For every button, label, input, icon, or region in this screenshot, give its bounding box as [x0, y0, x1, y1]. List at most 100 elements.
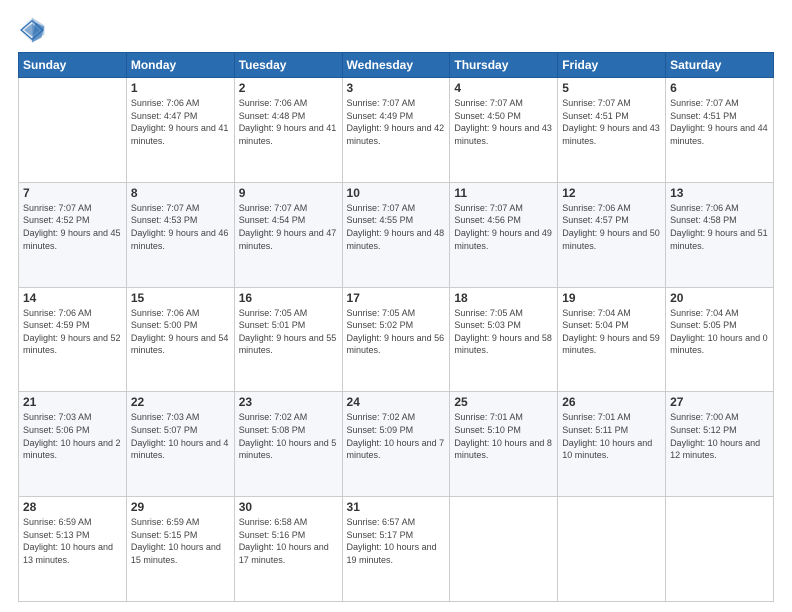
week-row-3: 14 Sunrise: 7:06 AMSunset: 4:59 PMDaylig… — [19, 287, 774, 392]
day-number: 26 — [562, 395, 661, 409]
calendar-cell — [19, 78, 127, 183]
weekday-header-monday: Monday — [126, 53, 234, 78]
day-number: 19 — [562, 291, 661, 305]
day-number: 10 — [347, 186, 446, 200]
day-number: 1 — [131, 81, 230, 95]
calendar-cell: 5 Sunrise: 7:07 AMSunset: 4:51 PMDayligh… — [558, 78, 666, 183]
calendar-cell: 7 Sunrise: 7:07 AMSunset: 4:52 PMDayligh… — [19, 182, 127, 287]
page: SundayMondayTuesdayWednesdayThursdayFrid… — [0, 0, 792, 612]
calendar-cell — [450, 497, 558, 602]
day-info: Sunrise: 7:04 AMSunset: 5:04 PMDaylight:… — [562, 308, 660, 356]
calendar-cell: 19 Sunrise: 7:04 AMSunset: 5:04 PMDaylig… — [558, 287, 666, 392]
calendar-cell: 17 Sunrise: 7:05 AMSunset: 5:02 PMDaylig… — [342, 287, 450, 392]
weekday-header-row: SundayMondayTuesdayWednesdayThursdayFrid… — [19, 53, 774, 78]
day-number: 2 — [239, 81, 338, 95]
weekday-header-sunday: Sunday — [19, 53, 127, 78]
calendar-cell: 21 Sunrise: 7:03 AMSunset: 5:06 PMDaylig… — [19, 392, 127, 497]
day-info: Sunrise: 7:07 AMSunset: 4:56 PMDaylight:… — [454, 203, 552, 251]
calendar-cell: 22 Sunrise: 7:03 AMSunset: 5:07 PMDaylig… — [126, 392, 234, 497]
calendar-cell: 11 Sunrise: 7:07 AMSunset: 4:56 PMDaylig… — [450, 182, 558, 287]
calendar-cell: 4 Sunrise: 7:07 AMSunset: 4:50 PMDayligh… — [450, 78, 558, 183]
calendar-cell: 1 Sunrise: 7:06 AMSunset: 4:47 PMDayligh… — [126, 78, 234, 183]
day-number: 8 — [131, 186, 230, 200]
day-info: Sunrise: 7:01 AMSunset: 5:10 PMDaylight:… — [454, 412, 552, 460]
weekday-header-wednesday: Wednesday — [342, 53, 450, 78]
weekday-header-thursday: Thursday — [450, 53, 558, 78]
day-number: 11 — [454, 186, 553, 200]
logo — [18, 16, 52, 44]
day-info: Sunrise: 7:07 AMSunset: 4:51 PMDaylight:… — [562, 98, 660, 146]
day-number: 14 — [23, 291, 122, 305]
day-number: 31 — [347, 500, 446, 514]
day-info: Sunrise: 7:04 AMSunset: 5:05 PMDaylight:… — [670, 308, 768, 356]
day-info: Sunrise: 6:59 AMSunset: 5:13 PMDaylight:… — [23, 517, 113, 565]
weekday-header-saturday: Saturday — [666, 53, 774, 78]
day-info: Sunrise: 7:06 AMSunset: 4:48 PMDaylight:… — [239, 98, 337, 146]
day-number: 13 — [670, 186, 769, 200]
calendar-cell: 18 Sunrise: 7:05 AMSunset: 5:03 PMDaylig… — [450, 287, 558, 392]
day-number: 22 — [131, 395, 230, 409]
day-number: 21 — [23, 395, 122, 409]
calendar-cell: 25 Sunrise: 7:01 AMSunset: 5:10 PMDaylig… — [450, 392, 558, 497]
day-number: 16 — [239, 291, 338, 305]
day-info: Sunrise: 6:58 AMSunset: 5:16 PMDaylight:… — [239, 517, 329, 565]
calendar-cell: 14 Sunrise: 7:06 AMSunset: 4:59 PMDaylig… — [19, 287, 127, 392]
day-info: Sunrise: 7:03 AMSunset: 5:06 PMDaylight:… — [23, 412, 121, 460]
day-number: 7 — [23, 186, 122, 200]
week-row-1: 1 Sunrise: 7:06 AMSunset: 4:47 PMDayligh… — [19, 78, 774, 183]
day-info: Sunrise: 7:07 AMSunset: 4:53 PMDaylight:… — [131, 203, 229, 251]
day-number: 28 — [23, 500, 122, 514]
calendar-cell: 23 Sunrise: 7:02 AMSunset: 5:08 PMDaylig… — [234, 392, 342, 497]
day-info: Sunrise: 7:06 AMSunset: 4:58 PMDaylight:… — [670, 203, 768, 251]
calendar-cell: 31 Sunrise: 6:57 AMSunset: 5:17 PMDaylig… — [342, 497, 450, 602]
calendar-cell: 27 Sunrise: 7:00 AMSunset: 5:12 PMDaylig… — [666, 392, 774, 497]
day-info: Sunrise: 7:02 AMSunset: 5:08 PMDaylight:… — [239, 412, 337, 460]
day-number: 27 — [670, 395, 769, 409]
day-info: Sunrise: 7:07 AMSunset: 4:49 PMDaylight:… — [347, 98, 445, 146]
day-info: Sunrise: 7:02 AMSunset: 5:09 PMDaylight:… — [347, 412, 445, 460]
day-number: 20 — [670, 291, 769, 305]
day-info: Sunrise: 7:05 AMSunset: 5:03 PMDaylight:… — [454, 308, 552, 356]
day-number: 3 — [347, 81, 446, 95]
day-info: Sunrise: 7:07 AMSunset: 4:50 PMDaylight:… — [454, 98, 552, 146]
day-number: 30 — [239, 500, 338, 514]
calendar-cell: 9 Sunrise: 7:07 AMSunset: 4:54 PMDayligh… — [234, 182, 342, 287]
day-number: 4 — [454, 81, 553, 95]
day-info: Sunrise: 7:07 AMSunset: 4:55 PMDaylight:… — [347, 203, 445, 251]
calendar-cell: 3 Sunrise: 7:07 AMSunset: 4:49 PMDayligh… — [342, 78, 450, 183]
day-info: Sunrise: 6:59 AMSunset: 5:15 PMDaylight:… — [131, 517, 221, 565]
day-info: Sunrise: 7:01 AMSunset: 5:11 PMDaylight:… — [562, 412, 652, 460]
day-info: Sunrise: 7:05 AMSunset: 5:01 PMDaylight:… — [239, 308, 337, 356]
calendar-cell — [558, 497, 666, 602]
day-info: Sunrise: 6:57 AMSunset: 5:17 PMDaylight:… — [347, 517, 437, 565]
day-number: 12 — [562, 186, 661, 200]
day-number: 25 — [454, 395, 553, 409]
calendar-cell: 12 Sunrise: 7:06 AMSunset: 4:57 PMDaylig… — [558, 182, 666, 287]
week-row-5: 28 Sunrise: 6:59 AMSunset: 5:13 PMDaylig… — [19, 497, 774, 602]
calendar-table: SundayMondayTuesdayWednesdayThursdayFrid… — [18, 52, 774, 602]
day-info: Sunrise: 7:00 AMSunset: 5:12 PMDaylight:… — [670, 412, 760, 460]
day-number: 9 — [239, 186, 338, 200]
day-info: Sunrise: 7:05 AMSunset: 5:02 PMDaylight:… — [347, 308, 445, 356]
day-number: 5 — [562, 81, 661, 95]
calendar-cell: 2 Sunrise: 7:06 AMSunset: 4:48 PMDayligh… — [234, 78, 342, 183]
day-number: 18 — [454, 291, 553, 305]
calendar-cell: 16 Sunrise: 7:05 AMSunset: 5:01 PMDaylig… — [234, 287, 342, 392]
day-number: 17 — [347, 291, 446, 305]
calendar-cell: 15 Sunrise: 7:06 AMSunset: 5:00 PMDaylig… — [126, 287, 234, 392]
day-number: 15 — [131, 291, 230, 305]
day-info: Sunrise: 7:06 AMSunset: 4:57 PMDaylight:… — [562, 203, 660, 251]
day-number: 23 — [239, 395, 338, 409]
week-row-2: 7 Sunrise: 7:07 AMSunset: 4:52 PMDayligh… — [19, 182, 774, 287]
calendar-cell: 24 Sunrise: 7:02 AMSunset: 5:09 PMDaylig… — [342, 392, 450, 497]
calendar-cell: 29 Sunrise: 6:59 AMSunset: 5:15 PMDaylig… — [126, 497, 234, 602]
day-info: Sunrise: 7:06 AMSunset: 5:00 PMDaylight:… — [131, 308, 229, 356]
day-info: Sunrise: 7:07 AMSunset: 4:52 PMDaylight:… — [23, 203, 121, 251]
calendar-cell: 13 Sunrise: 7:06 AMSunset: 4:58 PMDaylig… — [666, 182, 774, 287]
weekday-header-tuesday: Tuesday — [234, 53, 342, 78]
calendar-cell: 30 Sunrise: 6:58 AMSunset: 5:16 PMDaylig… — [234, 497, 342, 602]
calendar-cell: 28 Sunrise: 6:59 AMSunset: 5:13 PMDaylig… — [19, 497, 127, 602]
day-number: 24 — [347, 395, 446, 409]
day-number: 6 — [670, 81, 769, 95]
calendar-cell: 20 Sunrise: 7:04 AMSunset: 5:05 PMDaylig… — [666, 287, 774, 392]
